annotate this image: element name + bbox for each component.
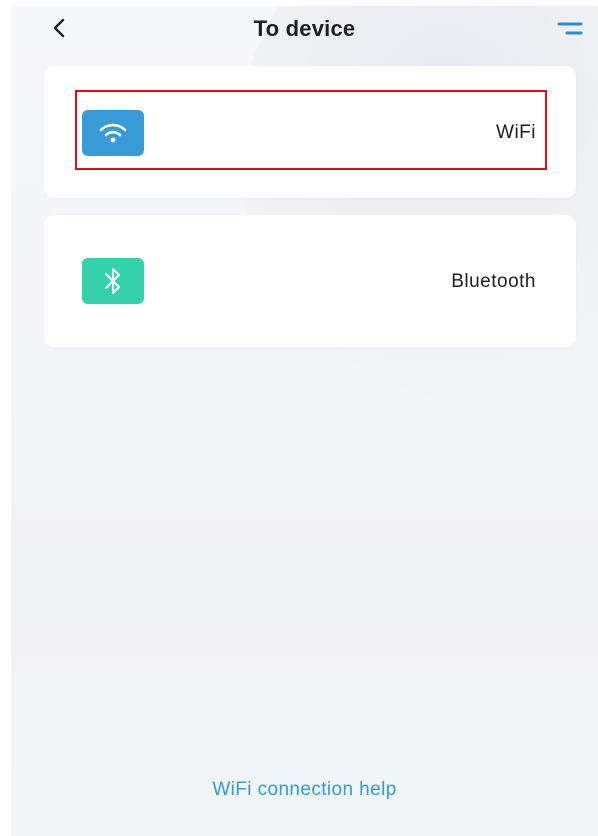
top-navigation-bar: To device: [11, 6, 598, 54]
wifi-option-card[interactable]: WiFi: [44, 66, 576, 198]
wifi-connection-help-link[interactable]: WiFi connection help: [11, 779, 598, 801]
page-title: To device: [253, 16, 356, 41]
selection-highlight: [75, 90, 547, 170]
bluetooth-icon: [82, 258, 144, 304]
bluetooth-option-label: Bluetooth: [451, 271, 536, 292]
app-screen: To device WiFi Bluetooth WiFi connection…: [11, 6, 598, 836]
wifi-option-label: WiFi: [496, 122, 536, 143]
menu-button[interactable]: [552, 16, 588, 44]
menu-icon: [557, 20, 583, 41]
wifi-icon: [82, 110, 144, 156]
bluetooth-option-card[interactable]: Bluetooth: [44, 215, 576, 347]
